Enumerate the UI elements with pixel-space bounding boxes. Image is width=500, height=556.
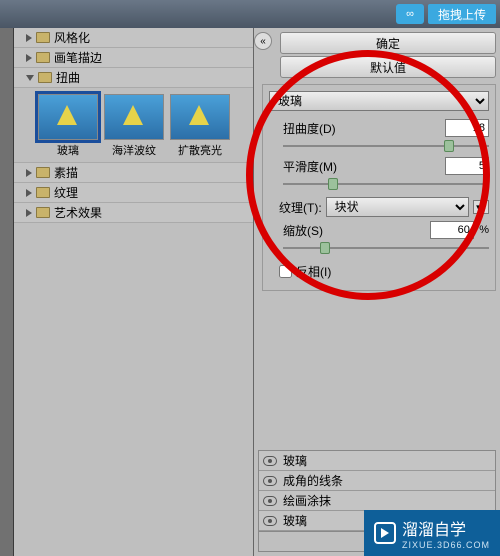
play-icon: [374, 522, 396, 544]
layer-row[interactable]: 成角的线条: [259, 471, 495, 491]
scale-input[interactable]: [430, 221, 474, 239]
distortion-label: 扭曲度(D): [283, 120, 336, 137]
main-area: 风格化 画笔描边 扭曲 玻璃 海洋波纹: [0, 28, 500, 556]
tree-item-distort[interactable]: 扭曲: [14, 68, 253, 88]
layer-label: 绘画涂抹: [283, 492, 331, 509]
filter-tree: 风格化 画笔描边 扭曲 玻璃 海洋波纹: [14, 28, 253, 223]
scale-label: 缩放(S): [283, 222, 323, 239]
visibility-icon[interactable]: [263, 496, 277, 506]
title-bar: ∞ 拖拽上传: [0, 0, 500, 28]
filter-options: 玻璃 扭曲度(D) 平滑度(M): [262, 84, 496, 291]
layer-row[interactable]: 玻璃: [259, 451, 495, 471]
folder-icon: [36, 207, 50, 218]
param-invert: 反相(I): [279, 263, 489, 280]
tree-item-texture[interactable]: 纹理: [14, 183, 253, 203]
layer-label: 玻璃: [283, 452, 307, 469]
scale-slider[interactable]: [283, 241, 489, 255]
thumb-image: [104, 94, 164, 140]
distortion-slider[interactable]: [283, 139, 489, 153]
invert-label: 反相(I): [296, 263, 331, 280]
thumb-label: 海洋波纹: [104, 142, 164, 158]
folder-icon: [36, 187, 50, 198]
folder-icon: [38, 72, 52, 83]
tree-label: 纹理: [54, 184, 78, 201]
tree-label: 画笔描边: [54, 49, 102, 66]
folder-icon: [36, 167, 50, 178]
settings-panel: « 确定 默认值 玻璃 扭曲度(D) 平滑度(M): [254, 28, 500, 556]
layer-label: 成角的线条: [283, 472, 343, 489]
visibility-icon[interactable]: [263, 456, 277, 466]
collapse-icon: [26, 75, 34, 81]
visibility-icon[interactable]: [263, 516, 277, 526]
thumb-image: [38, 94, 98, 140]
thumb-label: 扩散亮光: [170, 142, 230, 158]
tree-label: 风格化: [54, 29, 90, 46]
scale-unit: %: [479, 224, 489, 236]
spacer: [258, 293, 496, 444]
invert-checkbox[interactable]: [279, 265, 292, 278]
thumb-ocean-ripple[interactable]: 海洋波纹: [104, 94, 164, 158]
thumb-label: 玻璃: [38, 142, 98, 158]
thumb-glass[interactable]: 玻璃: [38, 94, 98, 158]
tree-label: 扭曲: [56, 69, 80, 86]
tree-empty-area: [14, 223, 253, 556]
expand-icon: [26, 54, 32, 62]
thumb-image: [170, 94, 230, 140]
cloud-icon[interactable]: ∞: [396, 4, 424, 24]
tree-item-artistic[interactable]: 艺术效果: [14, 203, 253, 223]
tree-label: 素描: [54, 164, 78, 181]
tree-item-brush[interactable]: 画笔描边: [14, 48, 253, 68]
texture-select[interactable]: 块状: [326, 197, 469, 217]
smoothness-label: 平滑度(M): [283, 158, 337, 175]
left-gutter: [0, 28, 14, 556]
texture-label: 纹理(T):: [279, 199, 322, 216]
param-distortion: 扭曲度(D): [283, 119, 489, 153]
distortion-input[interactable]: [445, 119, 489, 137]
ok-button[interactable]: 确定: [280, 32, 496, 54]
filter-thumbnails: 玻璃 海洋波纹 扩散亮光: [14, 88, 253, 163]
expand-icon: [26, 169, 32, 177]
folder-icon: [36, 32, 50, 43]
layer-row[interactable]: 绘画涂抹: [259, 491, 495, 511]
filter-tree-panel: 风格化 画笔描边 扭曲 玻璃 海洋波纹: [14, 28, 254, 556]
expand-icon: [26, 34, 32, 42]
param-scale: 缩放(S) %: [283, 221, 489, 255]
param-texture: 纹理(T): 块状 ▾≡: [279, 197, 489, 217]
param-smoothness: 平滑度(M): [283, 157, 489, 191]
folder-icon: [36, 52, 50, 63]
layer-label: 玻璃: [283, 512, 307, 529]
smoothness-slider[interactable]: [283, 177, 489, 191]
tree-item-sketch[interactable]: 素描: [14, 163, 253, 183]
defaults-button[interactable]: 默认值: [280, 56, 496, 78]
expand-icon: [26, 189, 32, 197]
tree-item-stylize[interactable]: 风格化: [14, 28, 253, 48]
filter-select[interactable]: 玻璃: [269, 91, 489, 111]
smoothness-input[interactable]: [445, 157, 489, 175]
texture-menu-icon[interactable]: ▾≡: [473, 200, 489, 214]
visibility-icon[interactable]: [263, 476, 277, 486]
expand-icon: [26, 209, 32, 217]
watermark: 溜溜自学 ZIXUE.3D66.COM: [364, 510, 500, 556]
thumb-diffuse-glow[interactable]: 扩散亮光: [170, 94, 230, 158]
tree-label: 艺术效果: [54, 204, 102, 221]
watermark-brand: 溜溜自学: [402, 516, 490, 540]
watermark-sub: ZIXUE.3D66.COM: [402, 540, 490, 550]
upload-button[interactable]: 拖拽上传: [428, 4, 496, 24]
collapse-button[interactable]: «: [254, 32, 272, 50]
